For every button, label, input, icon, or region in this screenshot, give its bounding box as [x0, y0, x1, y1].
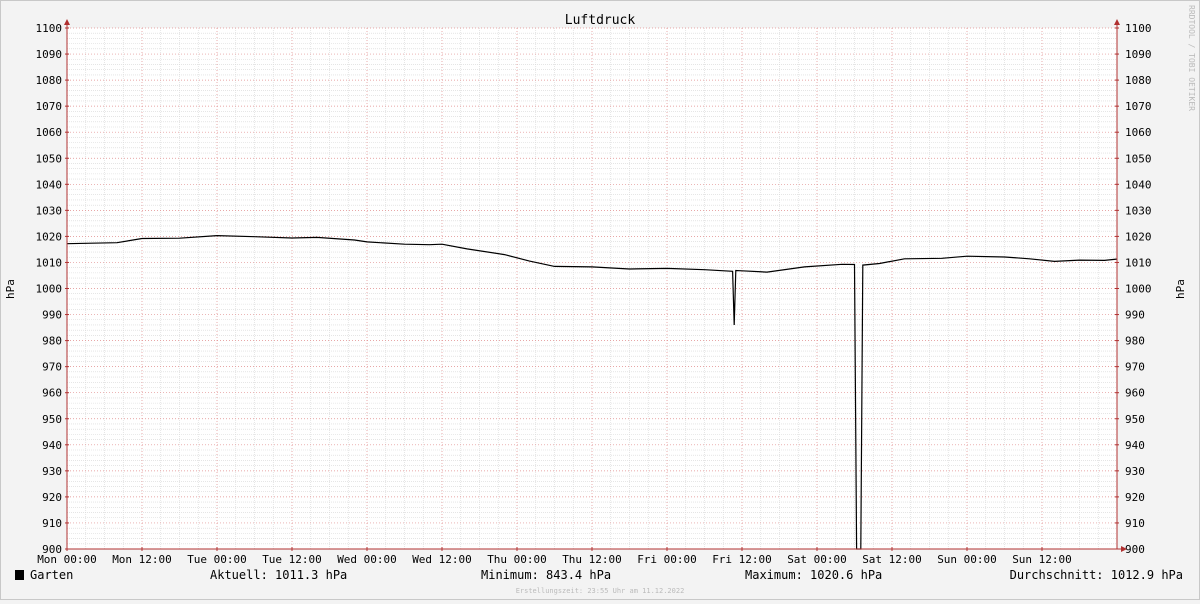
right-axis-arrow — [1114, 19, 1120, 25]
y-tick-label-left: 920 — [42, 491, 62, 504]
y-tick-label-right: 980 — [1125, 335, 1145, 348]
right-axis-ticks: 900 910 920 930 940 950 960 970 980 990 1000 1010 10… — [1125, 22, 1152, 556]
legend-minimum-value: Minimum: 843.4 hPa — [481, 568, 611, 582]
y-tick-label-right: 1080 — [1125, 74, 1152, 87]
x-tick-label: Fri 12:00 — [712, 553, 772, 566]
pressure-chart: 900 910 920 930 940 950 960 970 980 990 1000 1010 10… — [4, 5, 1196, 595]
x-tick-label: Thu 12:00 — [562, 553, 622, 566]
y-tick-label-right: 900 — [1125, 543, 1145, 556]
y-tick-label-right: 1030 — [1125, 204, 1152, 217]
y-axis-label-right: hPa — [1174, 279, 1187, 299]
legend-current-value: Aktuell: 1011.3 hPa — [210, 568, 347, 582]
y-tick-label-left: 1070 — [36, 100, 63, 113]
y-tick-label-left: 910 — [42, 517, 62, 530]
y-tick-label-right: 1090 — [1125, 48, 1152, 61]
legend-swatch-garten — [15, 570, 24, 580]
x-tick-label: Mon 00:00 — [37, 553, 97, 566]
y-tick-label-left: 1050 — [36, 152, 63, 165]
legend-average-value: Durchschnitt: 1012.9 hPa — [1010, 568, 1183, 582]
y-tick-label-left: 930 — [42, 465, 62, 478]
y-tick-label-right: 950 — [1125, 413, 1145, 426]
y-tick-label-right: 910 — [1125, 517, 1145, 530]
y-tick-label-left: 1090 — [36, 48, 63, 61]
y-tick-label-left: 1020 — [36, 230, 63, 243]
x-tick-label: Sun 12:00 — [1012, 553, 1072, 566]
y-tick-label-left: 970 — [42, 361, 62, 374]
creation-time-footer: Erstellungszeit: 23:55 Uhr am 11.12.2022 — [516, 587, 685, 595]
y-tick-label-left: 940 — [42, 439, 62, 452]
y-tick-label-left: 1000 — [36, 283, 63, 296]
x-tick-label: Tue 12:00 — [262, 553, 322, 566]
y-tick-label-right: 1060 — [1125, 126, 1152, 139]
legend-series-name: Garten — [30, 568, 73, 582]
chart-title: Luftdruck — [565, 13, 636, 28]
y-tick-label-right: 930 — [1125, 465, 1145, 478]
left-axis-arrow — [64, 19, 70, 25]
x-tick-label: Sun 00:00 — [937, 553, 997, 566]
y-tick-label-left: 1100 — [36, 22, 63, 35]
y-tick-label-left: 1040 — [36, 178, 63, 191]
y-tick-label-left: 1010 — [36, 256, 63, 269]
y-tick-label-right: 960 — [1125, 387, 1145, 400]
y-tick-label-left: 1030 — [36, 204, 63, 217]
y-tick-label-right: 1100 — [1125, 22, 1152, 35]
x-axis-ticks: Mon 00:00 Mon 12:00 Tue 00:00 Tue 12:00 Wed … — [37, 553, 1072, 566]
x-tick-label: Mon 12:00 — [112, 553, 172, 566]
chart-image: 900 910 920 930 940 950 960 970 980 990 1000 1010 10… — [0, 0, 1200, 600]
y-tick-label-right: 1050 — [1125, 152, 1152, 165]
x-tick-label: Wed 00:00 — [337, 553, 397, 566]
y-tick-label-right: 970 — [1125, 361, 1145, 374]
x-tick-label: Tue 00:00 — [187, 553, 247, 566]
y-tick-label-left: 1060 — [36, 126, 63, 139]
y-tick-label-right: 1070 — [1125, 100, 1152, 113]
y-tick-label-right: 1010 — [1125, 256, 1152, 269]
y-tick-label-left: 950 — [42, 413, 62, 426]
y-tick-label-right: 920 — [1125, 491, 1145, 504]
x-tick-label: Sat 00:00 — [787, 553, 847, 566]
y-tick-label-right: 1000 — [1125, 283, 1152, 296]
y-axis-label-left: hPa — [4, 279, 17, 299]
rrdtool-watermark: RRDTOOL / TOBI OETIKER — [1187, 5, 1196, 111]
y-tick-label-right: 990 — [1125, 309, 1145, 322]
x-tick-label: Wed 12:00 — [412, 553, 472, 566]
x-tick-label: Fri 00:00 — [637, 553, 697, 566]
y-tick-label-left: 960 — [42, 387, 62, 400]
left-axis-ticks: 9009109209309409509609709809901000101010… — [36, 22, 63, 556]
legend-maximum-value: Maximum: 1020.6 hPa — [745, 568, 882, 582]
y-tick-label-right: 1040 — [1125, 178, 1152, 191]
y-tick-label-right: 940 — [1125, 439, 1145, 452]
y-tick-label-right: 1020 — [1125, 230, 1152, 243]
y-tick-label-left: 1080 — [36, 74, 63, 87]
y-tick-label-left: 990 — [42, 309, 62, 322]
y-tick-label-left: 980 — [42, 335, 62, 348]
x-tick-label: Thu 00:00 — [487, 553, 547, 566]
x-tick-label: Sat 12:00 — [862, 553, 922, 566]
